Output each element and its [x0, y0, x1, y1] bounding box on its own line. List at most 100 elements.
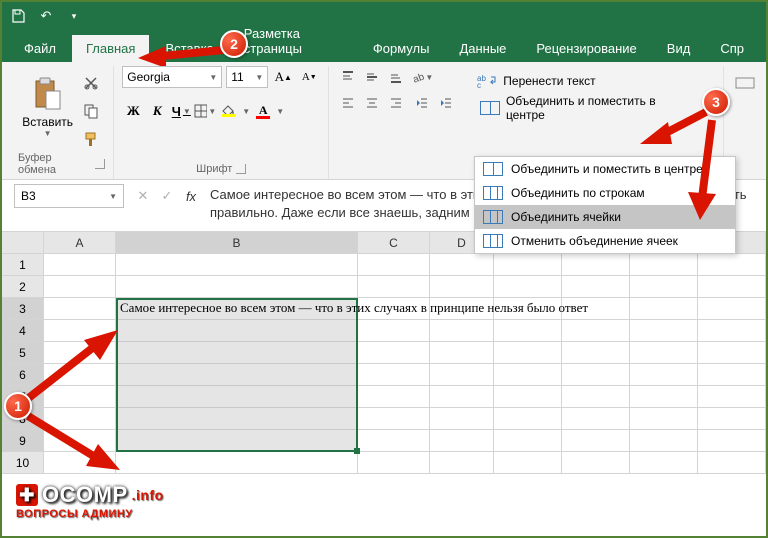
cell[interactable]: [430, 408, 494, 430]
cell[interactable]: [494, 408, 562, 430]
cell[interactable]: [358, 408, 430, 430]
cell[interactable]: [562, 276, 630, 298]
italic-button[interactable]: К: [146, 100, 168, 122]
copy-icon[interactable]: [80, 100, 102, 122]
cell[interactable]: [698, 430, 766, 452]
col-header[interactable]: A: [44, 232, 116, 253]
cell[interactable]: [44, 320, 116, 342]
cell[interactable]: [44, 276, 116, 298]
cell[interactable]: [358, 364, 430, 386]
cell[interactable]: [116, 254, 358, 276]
dd-unmerge[interactable]: Отменить объединение ячеек: [475, 229, 735, 253]
cell[interactable]: [430, 430, 494, 452]
cell[interactable]: [44, 452, 116, 474]
tab-review[interactable]: Рецензирование: [522, 35, 650, 62]
orientation-icon[interactable]: ab▼: [411, 66, 433, 88]
row-header[interactable]: 5: [2, 342, 44, 364]
cell[interactable]: [430, 342, 494, 364]
cell[interactable]: [358, 430, 430, 452]
cell[interactable]: [44, 408, 116, 430]
col-header[interactable]: C: [358, 232, 430, 253]
cell[interactable]: [494, 254, 562, 276]
cell[interactable]: [494, 364, 562, 386]
cell[interactable]: [430, 364, 494, 386]
cell[interactable]: [630, 342, 698, 364]
cell[interactable]: [562, 254, 630, 276]
cut-icon[interactable]: [80, 72, 102, 94]
font-dialog-launcher[interactable]: [236, 164, 246, 174]
cell[interactable]: [44, 430, 116, 452]
cell[interactable]: [430, 452, 494, 474]
cell[interactable]: [562, 320, 630, 342]
cell[interactable]: [494, 342, 562, 364]
cell[interactable]: [494, 320, 562, 342]
tab-help[interactable]: Спр: [706, 35, 758, 62]
row-header[interactable]: 10: [2, 452, 44, 474]
cell[interactable]: [630, 254, 698, 276]
cell[interactable]: [698, 276, 766, 298]
grow-font-icon[interactable]: A▲: [272, 66, 294, 88]
cell[interactable]: [630, 364, 698, 386]
cell[interactable]: [430, 320, 494, 342]
dd-merge-center[interactable]: Объединить и поместить в центре: [475, 157, 735, 181]
paste-button[interactable]: Вставить ▼: [22, 66, 74, 148]
tab-data[interactable]: Данные: [445, 35, 520, 62]
align-bottom-icon[interactable]: [385, 66, 407, 88]
cell[interactable]: [44, 386, 116, 408]
font-color-dd[interactable]: ▼: [276, 107, 284, 116]
cell[interactable]: [358, 452, 430, 474]
cell[interactable]: [494, 386, 562, 408]
dd-merge-across[interactable]: Объединить по строкам: [475, 181, 735, 205]
cell[interactable]: [698, 386, 766, 408]
number-format-icon[interactable]: [732, 72, 758, 94]
tab-view[interactable]: Вид: [653, 35, 705, 62]
cell[interactable]: [562, 408, 630, 430]
row-header[interactable]: 9: [2, 430, 44, 452]
tab-home[interactable]: Главная: [72, 35, 149, 62]
cell[interactable]: [562, 452, 630, 474]
select-all-corner[interactable]: [2, 232, 44, 253]
cell[interactable]: [698, 364, 766, 386]
cell[interactable]: [630, 408, 698, 430]
cell[interactable]: [358, 342, 430, 364]
cell[interactable]: [116, 276, 358, 298]
cell[interactable]: [630, 452, 698, 474]
col-header[interactable]: B: [116, 232, 358, 253]
borders-icon[interactable]: ▼: [194, 100, 216, 122]
shrink-font-icon[interactable]: A▼: [298, 66, 320, 88]
fill-color-icon[interactable]: [218, 100, 240, 122]
undo-icon[interactable]: ↶: [38, 8, 54, 24]
clipboard-dialog-launcher[interactable]: [95, 159, 105, 169]
cell[interactable]: [698, 342, 766, 364]
cell[interactable]: [358, 276, 430, 298]
save-icon[interactable]: [10, 8, 26, 24]
decrease-indent-icon[interactable]: [411, 92, 433, 114]
tab-file[interactable]: Файл: [10, 35, 70, 62]
tab-insert[interactable]: Вставка: [151, 35, 227, 62]
row-header[interactable]: 1: [2, 254, 44, 276]
cell[interactable]: [430, 386, 494, 408]
cell[interactable]: [430, 276, 494, 298]
cell[interactable]: [116, 452, 358, 474]
cancel-edit-icon[interactable]: ✕: [132, 185, 154, 207]
cell[interactable]: [698, 254, 766, 276]
cell[interactable]: [44, 364, 116, 386]
cell[interactable]: [494, 430, 562, 452]
align-center-icon[interactable]: [361, 92, 383, 114]
cell[interactable]: [630, 430, 698, 452]
align-right-icon[interactable]: [385, 92, 407, 114]
format-painter-icon[interactable]: [80, 128, 102, 150]
fill-color-dd[interactable]: ▼: [242, 107, 250, 116]
fill-handle[interactable]: [354, 448, 360, 454]
cell[interactable]: [698, 298, 766, 320]
cell[interactable]: [630, 320, 698, 342]
row-header[interactable]: 2: [2, 276, 44, 298]
font-name-combo[interactable]: Georgia▼: [122, 66, 222, 88]
cell[interactable]: [44, 298, 116, 320]
merge-center-button[interactable]: Объединить и поместить в центре: [473, 96, 701, 120]
font-size-combo[interactable]: 11▼: [226, 66, 268, 88]
row-header[interactable]: 4: [2, 320, 44, 342]
cell[interactable]: [562, 342, 630, 364]
name-box[interactable]: B3▼: [14, 184, 124, 208]
cell[interactable]: [562, 364, 630, 386]
